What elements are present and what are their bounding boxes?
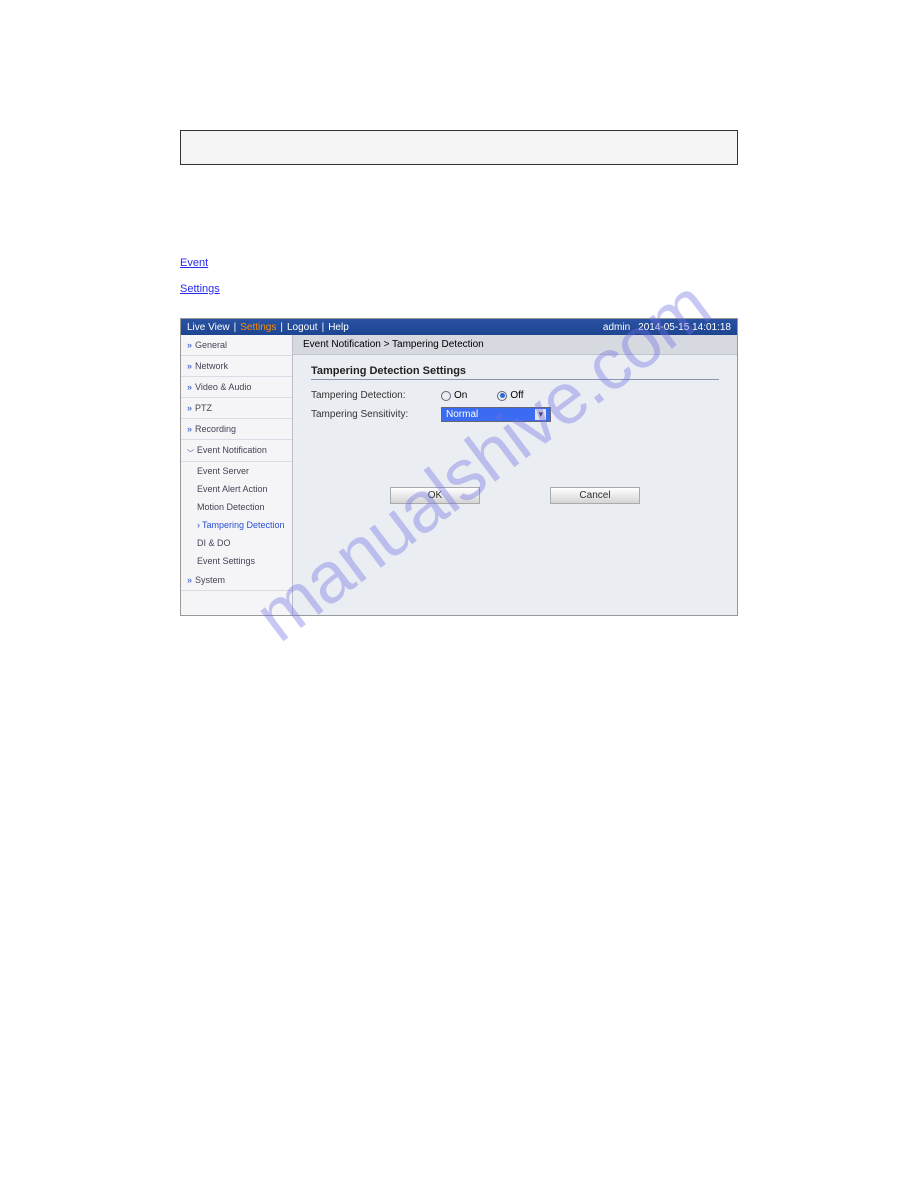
radio-on-dot	[441, 391, 451, 401]
radio-on-label: On	[454, 390, 467, 401]
radio-off-dot	[497, 391, 507, 401]
tampering-detection-label: Tampering Detection:	[311, 390, 441, 401]
sidebar-sub-di-do[interactable]: DI & DO	[181, 534, 292, 552]
nav-sep: |	[280, 322, 283, 333]
sidebar-item-recording[interactable]: Recording	[181, 419, 292, 440]
event-link[interactable]: Event	[180, 257, 208, 269]
para-link-2: Settings	[180, 281, 738, 299]
settings-link[interactable]: Settings	[180, 283, 220, 295]
tampering-detection-row: Tampering Detection: On Off	[311, 390, 719, 401]
chevron-down-icon: ▾	[535, 409, 546, 420]
sidebar-sub-event-alert-action[interactable]: Event Alert Action	[181, 480, 292, 498]
radio-off-label: Off	[510, 390, 523, 401]
sidebar-item-event-notification[interactable]: Event Notification	[181, 440, 292, 462]
sidebar-sub-event-settings[interactable]: Event Settings	[181, 552, 292, 570]
user-label: admin	[603, 322, 630, 333]
blank-box	[180, 130, 738, 165]
sidebar-item-network[interactable]: Network	[181, 356, 292, 377]
sidebar-item-system[interactable]: System	[181, 570, 292, 591]
nav-sep: |	[234, 322, 237, 333]
radio-off[interactable]: Off	[497, 390, 523, 401]
sidebar-sub-tampering-detection[interactable]: Tampering Detection	[181, 516, 292, 534]
button-row: OK Cancel	[293, 487, 737, 504]
nav-help[interactable]: Help	[328, 322, 349, 333]
para-link-1: Event	[180, 255, 738, 273]
sidebar-sub-motion-detection[interactable]: Motion Detection	[181, 498, 292, 516]
nav-logout[interactable]: Logout	[287, 322, 318, 333]
radio-on[interactable]: On	[441, 390, 467, 401]
ok-button[interactable]: OK	[390, 487, 480, 504]
nav-settings[interactable]: Settings	[240, 322, 276, 333]
section-divider	[311, 379, 719, 380]
sensitivity-select[interactable]: Normal ▾	[441, 407, 551, 422]
settings-window: Live View | Settings | Logout | Help adm…	[180, 318, 738, 616]
sidebar-item-video-audio[interactable]: Video & Audio	[181, 377, 292, 398]
sidebar-sub-event-server[interactable]: Event Server	[181, 462, 292, 480]
nav-live-view[interactable]: Live View	[187, 322, 230, 333]
nav-sep: |	[322, 322, 325, 333]
main-panel: Event Notification > Tampering Detection…	[293, 335, 737, 615]
datetime-label: 2014-05-15 14:01:18	[638, 322, 731, 333]
breadcrumb: Event Notification > Tampering Detection	[293, 335, 737, 355]
sensitivity-value: Normal	[446, 409, 478, 420]
tampering-sensitivity-row: Tampering Sensitivity: Normal ▾	[311, 407, 719, 422]
section-title: Tampering Detection Settings	[311, 365, 727, 377]
top-nav-bar: Live View | Settings | Logout | Help adm…	[181, 319, 737, 335]
sidebar-item-ptz[interactable]: PTZ	[181, 398, 292, 419]
sidebar: General Network Video & Audio PTZ Record…	[181, 335, 293, 615]
tampering-sensitivity-label: Tampering Sensitivity:	[311, 409, 441, 420]
cancel-button[interactable]: Cancel	[550, 487, 640, 504]
sidebar-item-general[interactable]: General	[181, 335, 292, 356]
